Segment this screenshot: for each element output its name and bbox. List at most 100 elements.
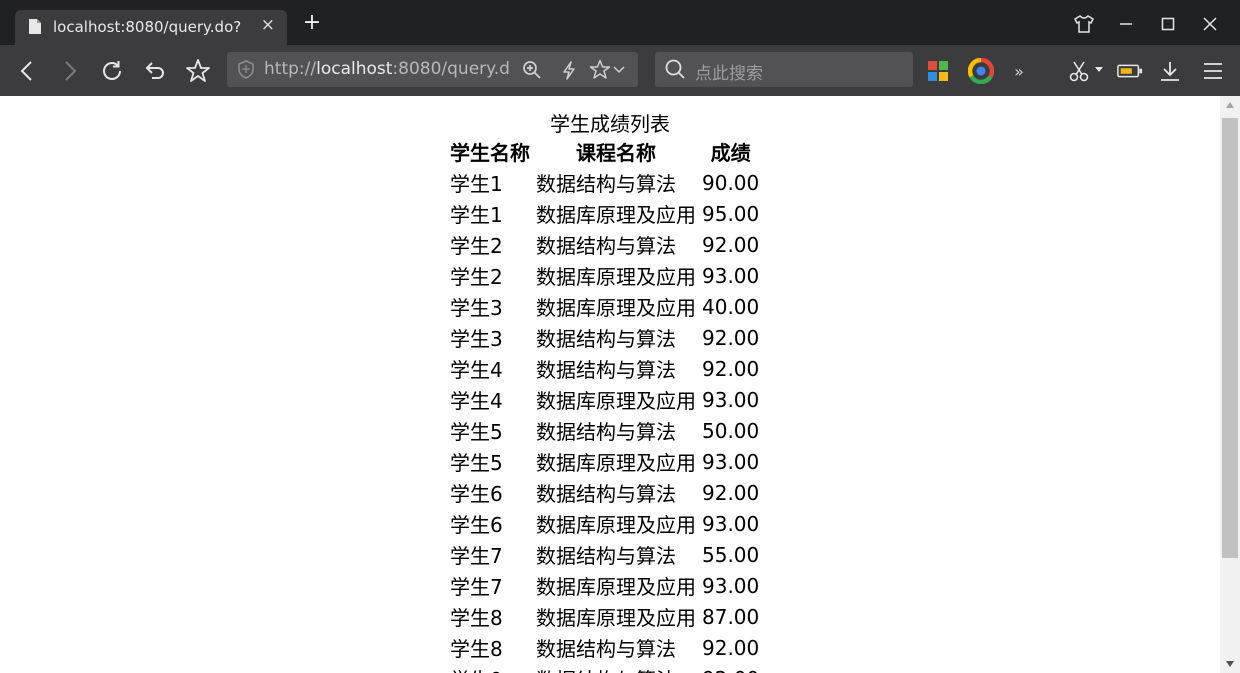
course-name-cell: 数据库原理及应用	[536, 513, 696, 537]
scrollbar-thumb[interactable]	[1222, 118, 1238, 558]
search-box[interactable]: 点此搜索	[655, 52, 913, 87]
skin-shirt-icon[interactable]	[1072, 12, 1096, 36]
score-cell: 92.00	[699, 663, 762, 673]
grades-table: 学生名称 课程名称 成绩 学生1 数据结构与算法 90.00 学生1 数据库原理及应用 9…	[447, 136, 762, 673]
download-icon[interactable]	[1157, 58, 1183, 84]
score-cell: 92.00	[702, 480, 760, 505]
lightning-icon[interactable]	[561, 61, 577, 80]
tab-title: localhost:8080/query.do?	[53, 18, 242, 36]
table-row: 学生5 数据库原理及应用 93.00	[447, 446, 762, 477]
student-name-cell: 学生5	[450, 420, 503, 444]
scissors-icon[interactable]	[1066, 58, 1092, 84]
score-cell: 93.00	[702, 449, 760, 474]
new-tab-icon[interactable]: +	[300, 12, 324, 36]
table-row: 学生2 数据库原理及应用 93.00	[447, 260, 762, 291]
reload-icon[interactable]	[99, 58, 125, 84]
table-header-row: 学生名称 课程名称 成绩	[447, 136, 762, 167]
score-cell: 92.00	[702, 356, 760, 381]
course-name-cell: 数据库原理及应用	[536, 265, 696, 289]
maximize-icon[interactable]	[1156, 12, 1180, 36]
back-icon[interactable]	[14, 58, 40, 84]
course-name-cell: 数据结构与算法	[533, 663, 699, 673]
course-name-cell: 数据库原理及应用	[536, 575, 696, 599]
page-title: 学生成绩列表	[550, 112, 670, 136]
vertical-scrollbar[interactable]	[1220, 96, 1240, 673]
scroll-down-arrow-icon[interactable]	[1226, 661, 1234, 667]
address-bar[interactable]: http://localhost:8080/query.d	[227, 52, 638, 87]
score-cell: 92.00	[702, 325, 760, 350]
table-row: 学生7 数据结构与算法 55.00	[447, 539, 762, 570]
apps-grid-icon[interactable]	[925, 58, 951, 84]
table-row: 学生5 数据结构与算法 50.00	[447, 415, 762, 446]
student-name-cell: 学生1	[450, 203, 503, 227]
column-header-course: 课程名称	[576, 141, 656, 165]
table-row: 学生3 数据结构与算法 92.00	[447, 322, 762, 353]
course-name-cell: 数据库原理及应用	[536, 296, 696, 320]
course-name-cell: 数据结构与算法	[536, 327, 676, 351]
student-name-cell: 学生3	[450, 327, 503, 351]
course-name-cell: 数据库原理及应用	[536, 203, 696, 227]
student-name-cell: 学生2	[450, 265, 503, 289]
scissors-dropdown-icon[interactable]	[1095, 67, 1103, 73]
score-cell: 55.00	[702, 542, 760, 567]
table-row: 学生8 数据结构与算法 92.00	[447, 632, 762, 663]
forward-icon[interactable]	[57, 58, 83, 84]
table-body: 学生1 数据结构与算法 90.00 学生1 数据库原理及应用 95.00 学生2 数据结构与算…	[447, 167, 762, 673]
browser-toolbar: http://localhost:8080/query.d 点此搜索 »	[0, 45, 1240, 96]
chevron-down-icon[interactable]	[613, 66, 625, 74]
score-cell: 92.00	[702, 232, 760, 257]
table-row: 学生8 数据库原理及应用 87.00	[447, 601, 762, 632]
table-row: 学生9数据结构与算法92.00	[447, 663, 762, 673]
student-name-cell: 学生6	[450, 513, 503, 537]
minimize-icon[interactable]	[1114, 12, 1138, 36]
tab-close-icon[interactable]: ×	[261, 15, 275, 35]
menu-icon[interactable]	[1200, 58, 1226, 84]
student-name-cell: 学生8	[450, 637, 503, 661]
table-row: 学生4 数据库原理及应用 93.00	[447, 384, 762, 415]
table-row: 学生2 数据结构与算法 92.00	[447, 229, 762, 260]
score-cell: 40.00	[702, 294, 760, 319]
bookmark-star-icon[interactable]	[185, 58, 211, 84]
battery-icon[interactable]	[1117, 58, 1143, 84]
student-name-cell: 学生5	[450, 451, 503, 475]
student-name-cell: 学生2	[450, 234, 503, 258]
zoom-icon[interactable]	[522, 60, 542, 80]
score-cell: 95.00	[702, 201, 760, 226]
shield-icon	[238, 60, 254, 79]
search-input[interactable]: 点此搜索	[695, 59, 763, 84]
undo-icon[interactable]	[142, 58, 168, 84]
browser-logo-icon[interactable]	[968, 58, 994, 84]
column-header-student: 学生名称	[450, 141, 530, 165]
score-cell: 93.00	[702, 511, 760, 536]
table-row: 学生6 数据结构与算法 92.00	[447, 477, 762, 508]
search-icon	[665, 59, 685, 79]
tab-strip: localhost:8080/query.do? × +	[0, 0, 1240, 45]
score-cell: 92.00	[702, 635, 760, 660]
table-row: 学生1 数据结构与算法 90.00	[447, 167, 762, 198]
favorite-star-icon[interactable]	[589, 59, 611, 80]
course-name-cell: 数据库原理及应用	[536, 451, 696, 475]
table-row: 学生3 数据库原理及应用 40.00	[447, 291, 762, 322]
course-name-cell: 数据结构与算法	[536, 358, 676, 382]
course-name-cell: 数据结构与算法	[536, 544, 676, 568]
student-name-cell: 学生9	[447, 663, 533, 673]
score-cell: 93.00	[702, 573, 760, 598]
score-cell: 90.00	[702, 170, 760, 195]
window-close-icon[interactable]	[1198, 12, 1222, 36]
student-name-cell: 学生7	[450, 544, 503, 568]
scroll-up-arrow-icon[interactable]	[1226, 102, 1234, 108]
overflow-chevron-icon[interactable]: »	[1006, 58, 1032, 84]
course-name-cell: 数据结构与算法	[536, 234, 676, 258]
url-text: http://localhost:8080/query.d	[264, 59, 509, 79]
browser-tab[interactable]: localhost:8080/query.do? ×	[15, 10, 287, 45]
course-name-cell: 数据结构与算法	[536, 482, 676, 506]
student-name-cell: 学生8	[450, 606, 503, 630]
score-cell: 93.00	[702, 263, 760, 288]
table-row: 学生6 数据库原理及应用 93.00	[447, 508, 762, 539]
score-cell: 87.00	[702, 604, 760, 629]
student-name-cell: 学生3	[450, 296, 503, 320]
table-row: 学生1 数据库原理及应用 95.00	[447, 198, 762, 229]
page-icon	[29, 19, 41, 34]
student-name-cell: 学生4	[450, 389, 503, 413]
course-name-cell: 数据库原理及应用	[536, 389, 696, 413]
